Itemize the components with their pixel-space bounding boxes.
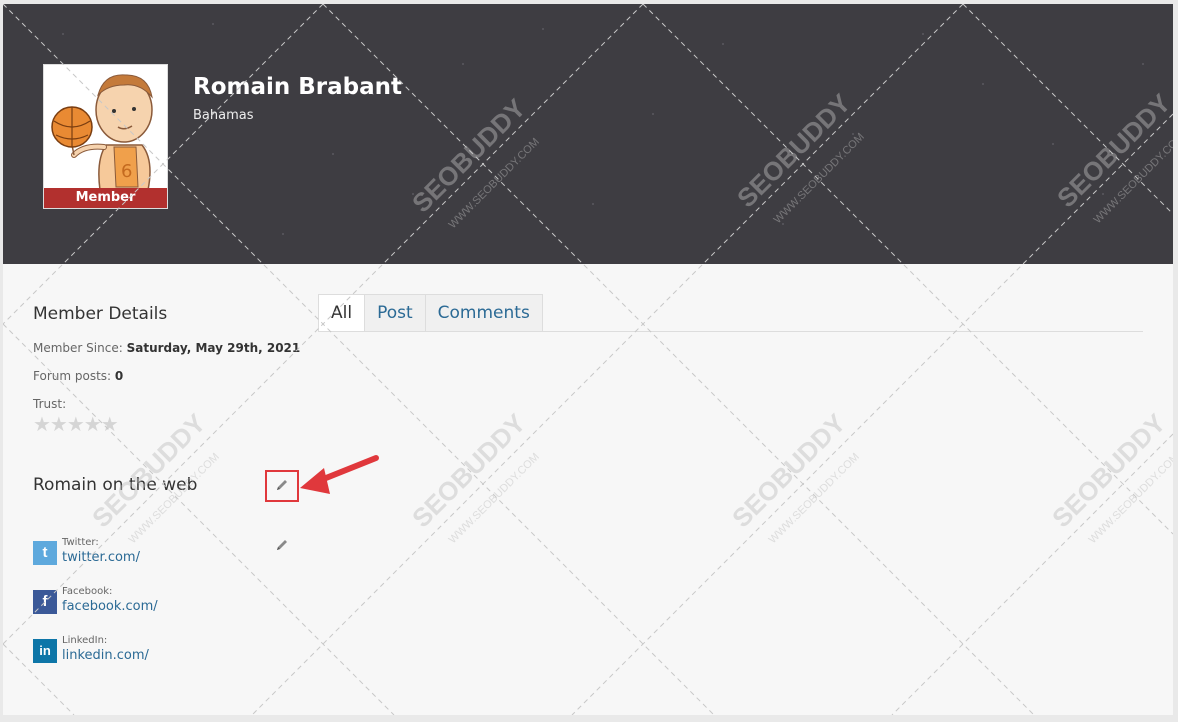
watermark-site-5: WWW.SEOBUDDY.COM	[447, 451, 542, 546]
edit-pencil-icon[interactable]	[274, 477, 290, 493]
banner-texture	[62, 23, 1144, 235]
tab-all[interactable]: All	[318, 294, 366, 332]
profile-name: Romain Brabant	[193, 74, 403, 100]
trust-rating-stars: ★★★★★	[33, 412, 119, 436]
watermark-brand-5: SEOBUDDY	[406, 408, 531, 533]
watermark-site-4: WWW.SEOBUDDY.COM	[127, 451, 222, 546]
profile-location: Bahamas	[193, 108, 254, 123]
twitter-link[interactable]: twitter.com/	[62, 550, 140, 565]
annotation-arrow-icon	[300, 455, 379, 494]
trust-label: Trust:	[33, 397, 67, 411]
twitter-icon[interactable]: t	[33, 541, 57, 565]
watermark-brand-6: SEOBUDDY	[726, 408, 851, 533]
twitter-label: Twitter:	[62, 537, 99, 548]
member-since-row: Member Since: Saturday, May 29th, 2021	[33, 341, 300, 355]
tabs-divider	[318, 331, 1143, 332]
linkedin-icon[interactable]: in	[33, 639, 57, 663]
edit-links-pencil-icon[interactable]	[274, 537, 290, 553]
member-since-value: Saturday, May 29th, 2021	[126, 341, 301, 355]
forum-posts-label: Forum posts:	[33, 369, 112, 383]
facebook-label: Facebook:	[62, 586, 113, 597]
forum-posts-row: Forum posts: 0	[33, 369, 123, 383]
on-the-web-title: Romain on the web	[33, 475, 198, 495]
facebook-link[interactable]: facebook.com/	[62, 599, 158, 614]
svg-text:6: 6	[121, 161, 132, 182]
member-since-label: Member Since:	[33, 341, 123, 355]
tab-post[interactable]: Post	[365, 294, 426, 332]
forum-posts-value: 0	[114, 369, 124, 383]
tab-comments[interactable]: Comments	[425, 294, 543, 332]
member-badge: Member	[44, 188, 167, 208]
watermark-site-6: WWW.SEOBUDDY.COM	[767, 451, 862, 546]
watermark-site-7: WWW.SEOBUDDY.COM	[1087, 451, 1173, 546]
profile-page: 6 Member Romain Brabant Bahamas Member D…	[3, 4, 1173, 715]
linkedin-link[interactable]: linkedin.com/	[62, 648, 149, 663]
facebook-icon[interactable]: f	[33, 590, 57, 614]
activity-tabs: All Post Comments	[318, 294, 543, 332]
avatar-illustration: 6	[51, 74, 153, 190]
watermark-brand-7: SEOBUDDY	[1046, 408, 1171, 533]
profile-header-banner: 6 Member Romain Brabant Bahamas	[3, 4, 1173, 264]
avatar[interactable]: 6 Member	[43, 64, 168, 209]
member-details-title: Member Details	[33, 304, 168, 324]
linkedin-label: LinkedIn:	[62, 635, 108, 646]
